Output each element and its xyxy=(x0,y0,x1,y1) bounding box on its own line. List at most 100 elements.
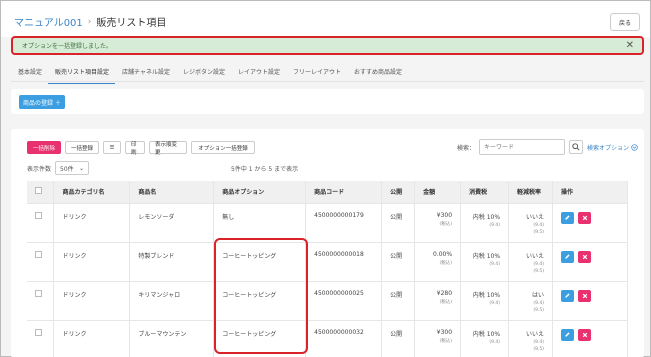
chevron-down-circle-icon xyxy=(631,143,638,151)
header-public: 公開 xyxy=(381,181,416,203)
cell-product-option: 無し xyxy=(213,202,307,242)
edit-icon xyxy=(565,332,570,337)
page-header: マニュアル001 › 販売リスト項目 戻る xyxy=(1,1,650,37)
price-sub: (税込) xyxy=(439,221,453,227)
reduced-value: いいえ xyxy=(525,213,544,221)
cell-reduced-tax: いいえ (9.4) (9.5) xyxy=(508,202,553,242)
edit-button[interactable] xyxy=(561,211,574,224)
cell-actions xyxy=(552,280,628,320)
select-all-checkbox[interactable] xyxy=(35,187,42,195)
reduced-sub-1: (9.4) xyxy=(533,339,544,345)
row-checkbox-cell xyxy=(27,319,55,357)
row-checkbox[interactable] xyxy=(35,289,42,297)
cell-tax: 内税 10% (9.4) xyxy=(460,241,510,281)
search-options-link[interactable]: 検索オプション xyxy=(587,143,638,152)
breadcrumb: マニュアル001 › 販売リスト項目 xyxy=(14,14,166,30)
bulk-delete-button[interactable]: 一括削除 xyxy=(27,141,61,154)
bulk-register-button[interactable]: 一括登録 xyxy=(65,141,99,154)
tabs-divider xyxy=(11,81,644,82)
cell-price: ¥280 (税込) xyxy=(414,280,462,320)
header-price: 金額 xyxy=(414,181,462,203)
delete-button[interactable] xyxy=(578,250,591,263)
cell-product-code: 4500000000018 xyxy=(305,241,383,281)
tax-value: 内税 10% xyxy=(472,252,501,260)
reduced-value: いいえ xyxy=(525,330,544,338)
cell-reduced-tax: いいえ (9.4) (9.5) xyxy=(508,319,553,357)
price-value: 0.00% xyxy=(433,250,453,258)
register-card: 商品の登録 ＋ xyxy=(11,89,644,114)
product-table: 商品カテゴリ名 商品名 商品オプション 商品コード 公開 金額 消費税 軽減税率… xyxy=(27,181,628,357)
result-count-text: 5件中 1 から 5 まで表示 xyxy=(231,166,299,173)
display-count-select[interactable]: 50件 ⌄ xyxy=(55,161,90,175)
cell-reduced-tax: はい (9.4) (9.5) xyxy=(508,280,553,320)
breadcrumb-parent-link[interactable]: マニュアル001 xyxy=(14,14,83,29)
search-area: 検索： 検索オプション xyxy=(457,139,638,155)
delete-button[interactable] xyxy=(578,211,591,224)
cell-public: 公開 xyxy=(381,241,416,281)
edit-button[interactable] xyxy=(561,289,574,302)
cell-tax: 内税 10% (9.4) xyxy=(460,280,510,320)
register-product-button[interactable]: 商品の登録 ＋ xyxy=(19,95,65,109)
header-product-code: 商品コード xyxy=(305,181,383,203)
print-button[interactable]: 印刷 xyxy=(125,141,145,156)
edit-icon xyxy=(565,293,570,298)
reduced-sub-2: (9.5) xyxy=(533,307,544,313)
delete-icon xyxy=(582,293,587,298)
toolbar: 一括削除 一括登録 ☰ 印刷 表示順変更 オプション一括登録 xyxy=(27,141,255,156)
row-checkbox[interactable] xyxy=(35,328,42,336)
cell-actions xyxy=(552,319,628,357)
reduced-value: いいえ xyxy=(525,252,544,260)
edit-icon xyxy=(565,254,570,259)
cell-reduced-tax: いいえ (9.4) (9.5) xyxy=(508,241,553,281)
chevron-right-icon: › xyxy=(87,16,92,27)
search-input[interactable] xyxy=(479,139,566,155)
display-count-value: 50件 xyxy=(60,165,74,173)
cell-tax: 内税 10% (9.4) xyxy=(460,319,510,357)
cell-actions xyxy=(552,202,628,242)
cell-category: ドリンク xyxy=(53,241,131,281)
option-highlight-box xyxy=(214,238,308,354)
tax-value: 内税 10% xyxy=(472,213,501,221)
row-checkbox-cell xyxy=(27,202,55,242)
search-label: 検索： xyxy=(457,144,476,152)
delete-button[interactable] xyxy=(578,328,591,341)
cell-public: 公開 xyxy=(381,202,416,242)
header-product-option: 商品オプション xyxy=(213,181,307,203)
row-checkbox[interactable] xyxy=(35,250,42,258)
search-options-label: 検索オプション xyxy=(587,144,630,152)
tax-value: 内税 10% xyxy=(472,330,501,338)
reduced-sub-1: (9.4) xyxy=(533,222,544,228)
price-value: ¥300 xyxy=(436,328,453,336)
display-count-label: 表示件数 xyxy=(27,165,52,173)
back-button[interactable]: 戻る xyxy=(610,13,640,31)
search-icon[interactable] xyxy=(569,140,584,154)
list-icon[interactable]: ☰ xyxy=(103,141,121,154)
header-product-name: 商品名 xyxy=(129,181,215,203)
reduced-value: はい xyxy=(531,291,544,299)
cell-actions xyxy=(552,241,628,281)
table-header-row: 商品カテゴリ名 商品名 商品オプション 商品コード 公開 金額 消費税 軽減税率… xyxy=(27,181,628,203)
delete-icon xyxy=(582,332,587,337)
cell-price: ¥300 (税込) xyxy=(414,202,462,242)
reduced-sub-1: (9.4) xyxy=(533,261,544,267)
reduced-sub-2: (9.5) xyxy=(533,229,544,235)
chevron-down-icon: ⌄ xyxy=(78,164,85,172)
display-count-row: 表示件数 50件 ⌄ xyxy=(27,161,90,175)
edit-button[interactable] xyxy=(561,250,574,263)
reorder-button[interactable]: 表示順変更 xyxy=(149,141,187,156)
price-value: ¥280 xyxy=(436,289,453,297)
delete-icon xyxy=(582,215,587,220)
price-value: ¥300 xyxy=(436,211,453,219)
delete-button[interactable] xyxy=(578,289,591,302)
header-reduced-tax: 軽減税率 xyxy=(508,181,553,203)
header-tax: 消費税 xyxy=(460,181,510,203)
app-window: マニュアル001 › 販売リスト項目 戻る オプションを一括登録しました。 ✕ … xyxy=(0,0,651,357)
reduced-sub-2: (9.5) xyxy=(533,346,544,352)
cell-category: ドリンク xyxy=(53,280,131,320)
close-icon[interactable]: ✕ xyxy=(626,40,634,51)
edit-button[interactable] xyxy=(561,328,574,341)
row-checkbox[interactable] xyxy=(35,211,42,219)
table-row: ドリンク レモンソーダ 無し 4500000000179 公開 ¥300 (税込)… xyxy=(27,202,628,242)
option-bulk-register-button[interactable]: オプション一括登録 xyxy=(191,141,255,154)
cell-price: ¥300 (税込) xyxy=(414,319,462,357)
